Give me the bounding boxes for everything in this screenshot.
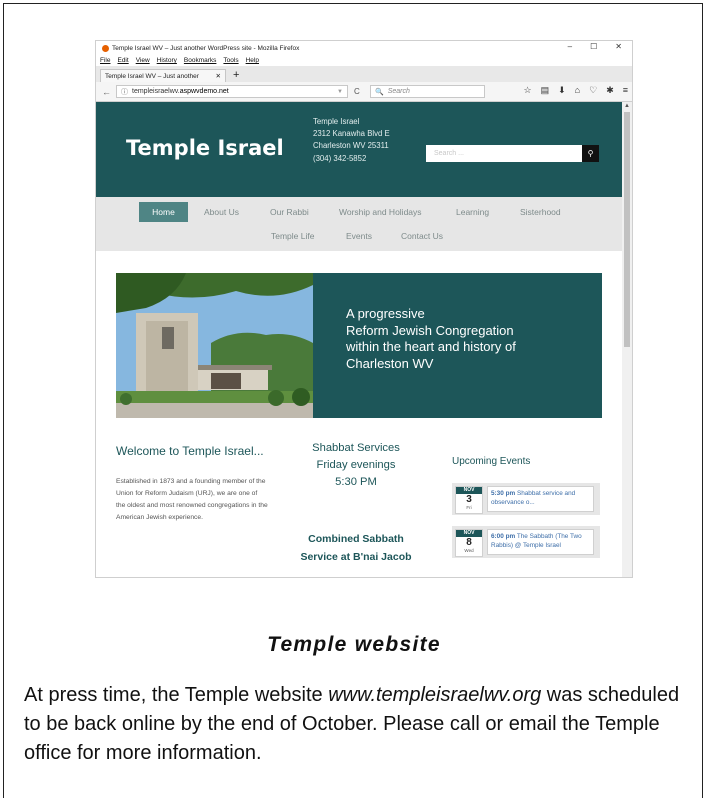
url-prefix: templeisraelwv.	[132, 88, 180, 95]
menu-tools[interactable]: Tools	[223, 57, 238, 64]
address-line: 2312 Kanawha Blvd E	[313, 129, 390, 139]
welcome-text: Established in 1873 and a founding membe…	[116, 478, 268, 521]
event-date-badge: NOV 3 Fri	[455, 486, 483, 514]
event-weekday: Fri	[466, 505, 472, 510]
nav-our-rabbi[interactable]: Our Rabbi	[270, 206, 309, 218]
combined-service-heading: Combined Sabbath Service at B'nai Jacob	[286, 531, 426, 566]
nav-about-us[interactable]: About Us	[204, 206, 239, 218]
reload-icon[interactable]: C	[354, 87, 366, 96]
close-icon[interactable]: ✕	[615, 42, 622, 51]
download-icon[interactable]: ⬇	[558, 85, 566, 96]
maximize-icon[interactable]: ☐	[590, 42, 597, 51]
window-title: Temple Israel WV – Just another WordPres…	[112, 44, 300, 52]
menu-help[interactable]: Help	[246, 57, 259, 64]
event-day: 8	[466, 537, 472, 548]
bookmark-star-icon[interactable]: ☆	[524, 85, 532, 96]
welcome-title: Welcome to Temple Israel...	[116, 444, 264, 458]
menu-history[interactable]: History	[157, 57, 177, 64]
scroll-thumb[interactable]	[624, 112, 630, 347]
article-text-before: At press time, the Temple website	[24, 684, 329, 706]
nav-worship-holidays[interactable]: Worship and Holidays	[339, 206, 422, 218]
event-time: 6:00 pm	[491, 533, 516, 540]
menu-bookmarks[interactable]: Bookmarks	[184, 57, 217, 64]
hero-line: Reform Jewish Congregation	[346, 322, 514, 338]
upcoming-events-title: Upcoming Events	[452, 456, 531, 467]
services-line: Shabbat Services	[312, 442, 400, 454]
site-header: Temple Israel Temple Israel 2312 Kanawha…	[96, 102, 622, 197]
nav-learning[interactable]: Learning	[456, 206, 489, 218]
event-item[interactable]: NOV 8 Wed 6:00 pm The Sabbath (The Two R…	[452, 526, 600, 558]
event-day: 3	[466, 494, 472, 505]
browser-tabbar: Temple Israel WV – Just another ✕ +	[96, 66, 632, 82]
browser-tab[interactable]: Temple Israel WV – Just another ✕	[100, 69, 226, 82]
menu-view[interactable]: View	[136, 57, 150, 64]
browser-search-placeholder: Search	[387, 88, 410, 95]
site-address: Temple Israel 2312 Kanawha Blvd E Charle…	[313, 116, 390, 165]
event-date-badge: NOV 8 Wed	[455, 529, 483, 557]
hero-line: Charleston WV	[346, 355, 434, 371]
hero-line: within the heart and history of	[346, 339, 516, 354]
scroll-up-icon[interactable]: ▲	[624, 103, 630, 109]
events-column: Upcoming Events NOV 3 Fri 5:30 pm Shabba…	[452, 456, 602, 558]
hero-banner: A progressive Reform Jewish Congregation…	[116, 273, 602, 418]
nav-sisterhood[interactable]: Sisterhood	[520, 206, 561, 218]
page-scrollbar[interactable]: ▲	[622, 102, 632, 577]
temple-photo	[116, 273, 313, 418]
menu-edit[interactable]: Edit	[117, 57, 128, 64]
address-line: Temple Israel	[313, 117, 360, 126]
hero-text: A progressive Reform Jewish Congregation…	[313, 273, 602, 418]
web-page: Temple Israel Temple Israel 2312 Kanawha…	[96, 102, 622, 577]
nav-temple-life[interactable]: Temple Life	[271, 230, 314, 242]
event-month: NOV	[456, 530, 482, 537]
browser-search-field[interactable]: 🔍 Search	[370, 85, 485, 98]
info-icon[interactable]: ⓘ	[121, 87, 128, 97]
home-icon[interactable]: ⌂	[575, 85, 580, 96]
library-icon[interactable]: ▤	[541, 85, 550, 96]
website-screenshot: Temple Israel WV – Just another WordPres…	[95, 40, 633, 578]
combined-line: Combined Sabbath	[308, 533, 404, 545]
pocket-icon[interactable]: ♡	[589, 85, 597, 96]
menu-file[interactable]: File	[100, 57, 110, 64]
tab-title: Temple Israel WV – Just another	[105, 72, 199, 80]
browser-menubar: File Edit View History Bookmarks Tools H…	[96, 55, 632, 66]
hamburger-menu-icon[interactable]: ≡	[623, 85, 628, 96]
nav-events[interactable]: Events	[346, 230, 372, 242]
event-text[interactable]: 5:30 pm Shabbat service and observance o…	[487, 486, 594, 512]
firefox-logo-icon	[102, 44, 109, 52]
site-nav: Home About Us Our Rabbi Worship and Holi…	[96, 197, 622, 251]
search-icon: 🔍	[375, 88, 384, 96]
welcome-column: Welcome to Temple Israel... Established …	[116, 442, 268, 524]
article-caption: Temple website	[267, 633, 441, 656]
extension-icon[interactable]: ✱	[606, 85, 614, 96]
services-line: Friday evenings	[316, 459, 396, 471]
search-icon: ⚲	[587, 149, 594, 158]
event-item[interactable]: NOV 3 Fri 5:30 pm Shabbat service and ob…	[452, 483, 600, 515]
new-tab-icon[interactable]: +	[233, 69, 239, 82]
event-month: NOV	[456, 487, 482, 494]
combined-line: Service at B'nai Jacob	[300, 550, 412, 563]
url-domain: aspwvdemo.net	[179, 88, 229, 95]
article-url: www.templeisraelwv.org	[328, 684, 542, 706]
browser-titlebar: Temple Israel WV – Just another WordPres…	[96, 41, 632, 55]
nav-contact-us[interactable]: Contact Us	[401, 230, 443, 242]
services-line: 5:30 PM	[335, 476, 377, 488]
url-field[interactable]: ⓘ templeisraelwv. aspwvdemo.net ▼	[116, 85, 348, 98]
tab-close-icon[interactable]: ✕	[216, 72, 221, 80]
services-column: Shabbat Services Friday evenings 5:30 PM…	[286, 440, 426, 566]
hero-line: A progressive	[346, 306, 425, 321]
article-body: At press time, the Temple website www.te…	[24, 681, 694, 768]
event-text[interactable]: 6:00 pm The Sabbath (The Two Rabbis) @ T…	[487, 529, 594, 555]
address-line: (304) 342-5852	[313, 153, 367, 163]
nav-home[interactable]: Home	[139, 202, 188, 222]
url-dropdown-icon[interactable]: ▼	[337, 89, 343, 95]
site-logo[interactable]: Temple Israel	[126, 136, 284, 160]
site-search-button[interactable]: ⚲	[582, 145, 599, 162]
address-line: Charleston WV 25311	[313, 141, 389, 151]
back-arrow-icon[interactable]: ←	[102, 87, 111, 97]
event-time: 5:30 pm	[491, 490, 516, 497]
minimize-icon[interactable]: –	[568, 42, 572, 51]
browser-urlbar: ← ⓘ templeisraelwv. aspwvdemo.net ▼ C 🔍 S…	[96, 82, 632, 102]
event-weekday: Wed	[464, 548, 474, 553]
site-search-input[interactable]: Search ...	[426, 145, 585, 162]
